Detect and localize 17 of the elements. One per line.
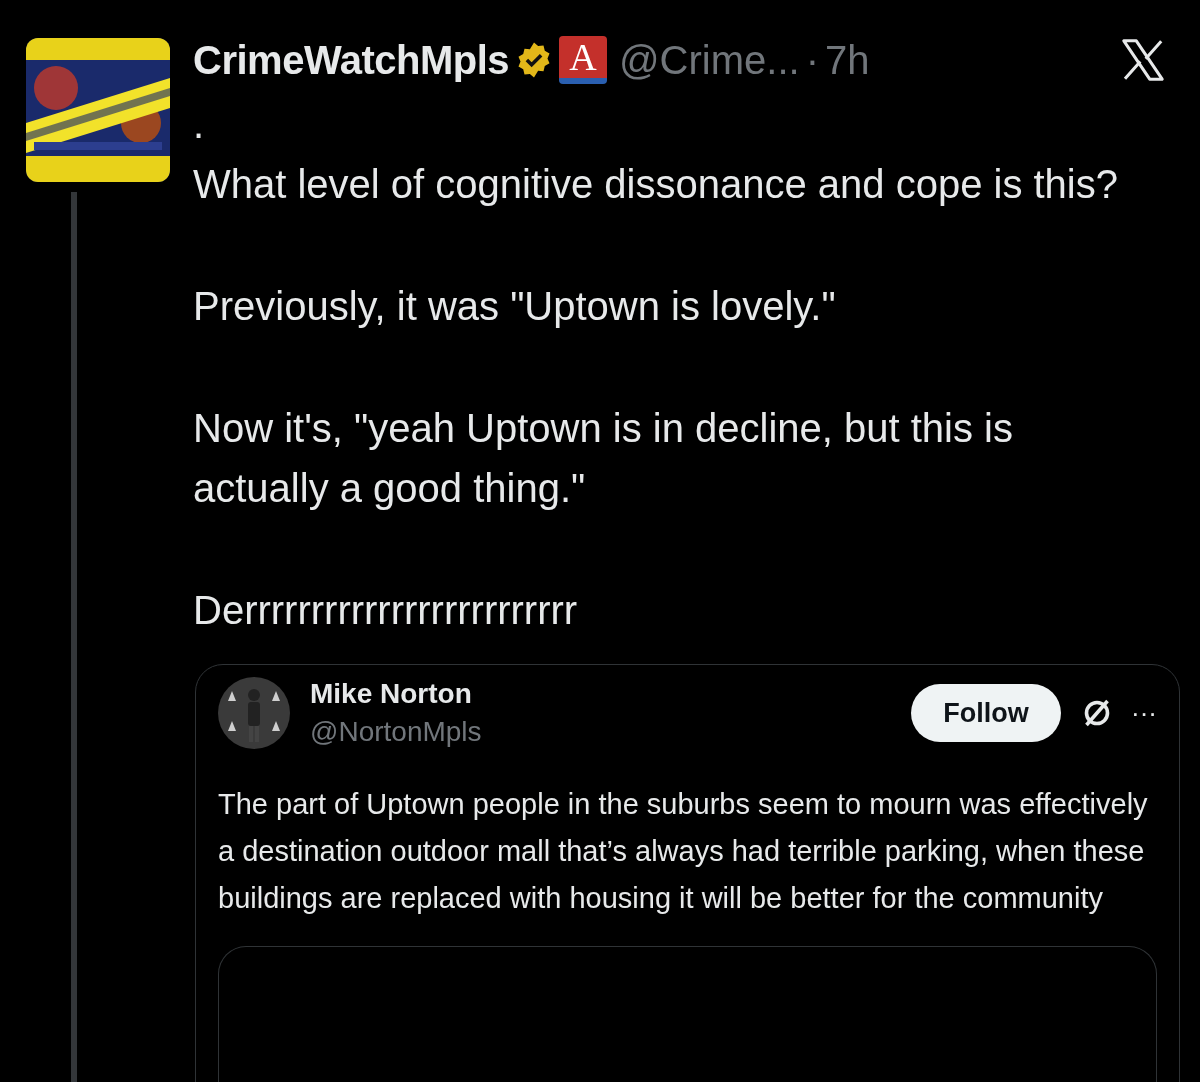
post-text: Previously, it was "Uptown is lovely." <box>193 283 837 330</box>
quote-text: The part of Uptown people in the suburbs seem to mourn was effectively a destination outdoor mall that’s always had terrible parking, when these buildings are replaced with housing it will be better for the community <box>218 787 1149 916</box>
author-handle[interactable]: @Crime... <box>619 30 800 90</box>
post-text: . <box>193 101 206 148</box>
more-button[interactable]: ··· <box>1131 693 1157 733</box>
follow-button[interactable]: Follow <box>911 684 1061 742</box>
separator: · <box>805 37 819 84</box>
post-time[interactable]: 7h <box>824 30 870 90</box>
quote-author-handle[interactable]: @NortonMpls <box>310 713 482 751</box>
author-name[interactable]: CrimeWatchMpls <box>193 30 509 90</box>
post-text: What level of cognitive dissonance and cope is this? <box>193 161 1119 208</box>
affiliate-badge: A <box>559 36 607 84</box>
post-text: Derrrrrrrrrrrrrrrrrrrrrrrrr <box>193 587 579 634</box>
quote-author-name[interactable]: Mike Norton <box>310 675 482 713</box>
x-logo-icon[interactable] <box>1120 37 1166 83</box>
quote-card[interactable] <box>195 664 1180 1082</box>
post-text: Now it's, "yeah Uptown is in decline, but this is actually a good thing." <box>193 405 1014 512</box>
